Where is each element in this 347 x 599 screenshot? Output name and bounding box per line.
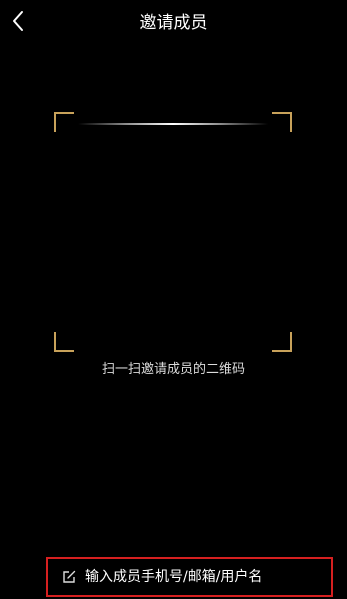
top-bar: 邀请成员 xyxy=(0,0,347,46)
scan-corner-top-left xyxy=(54,112,74,132)
edit-icon xyxy=(62,570,76,584)
scan-corner-bottom-left xyxy=(54,332,74,352)
scan-hint-text: 扫一扫邀请成员的二维码 xyxy=(101,362,245,377)
manual-invite-button[interactable]: 输入成员手机号/邮箱/用户名 xyxy=(46,557,333,597)
qr-scan-frame xyxy=(54,112,292,352)
manual-invite-label: 输入成员手机号/邮箱/用户名 xyxy=(85,569,263,585)
scan-corner-bottom-right xyxy=(272,332,292,352)
scan-line xyxy=(78,123,268,125)
scan-corner-top-right xyxy=(272,112,292,132)
page-title: 邀请成员 xyxy=(139,13,208,33)
